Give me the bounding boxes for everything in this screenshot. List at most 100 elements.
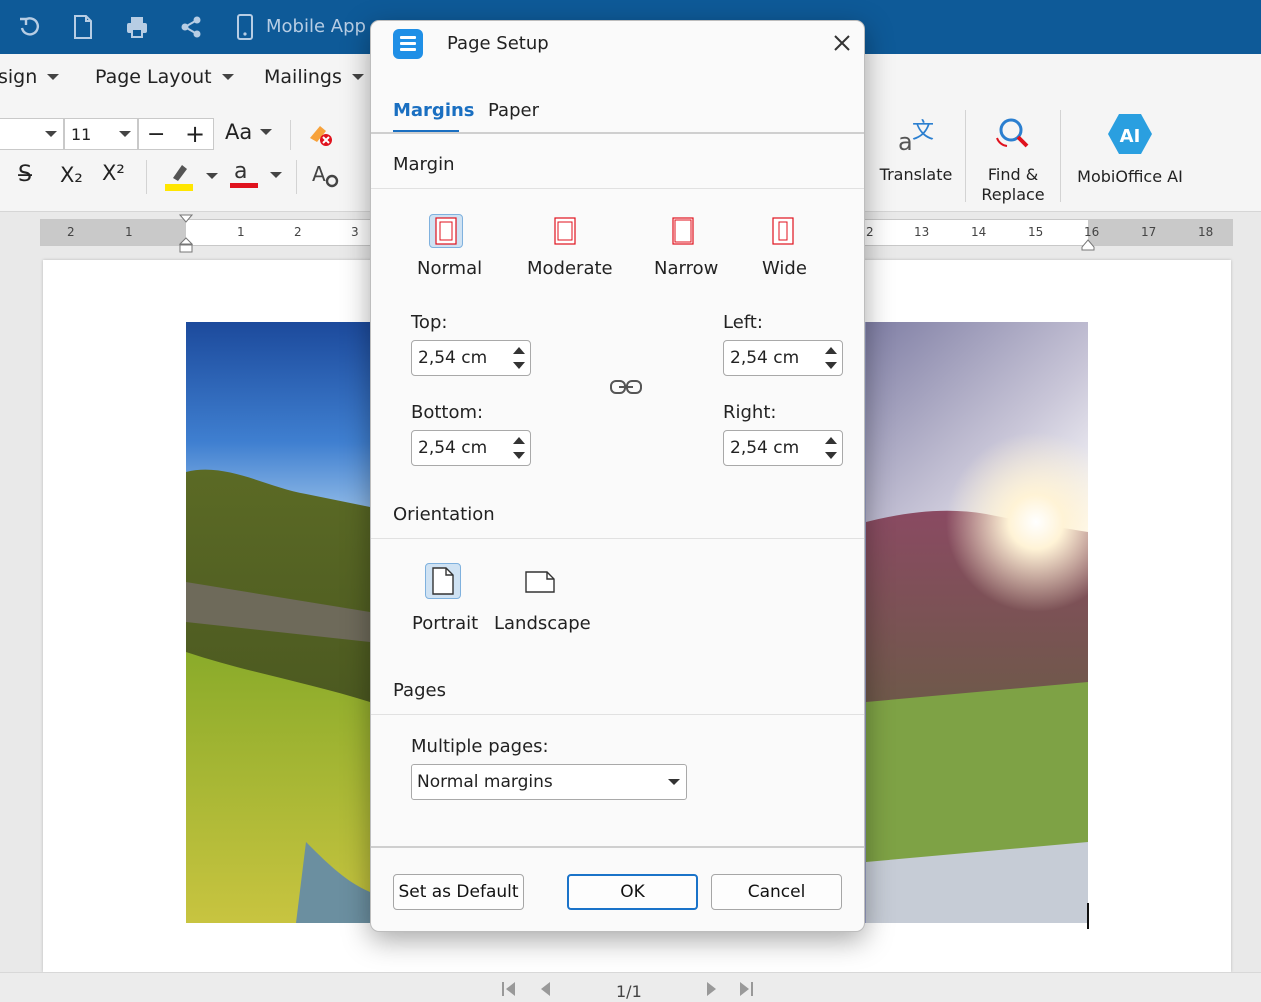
print-icon[interactable] — [124, 13, 150, 41]
left-indent-marker[interactable] — [178, 214, 194, 258]
strikethrough-icon[interactable]: S̶ — [18, 162, 32, 187]
font-name-dropdown[interactable] — [0, 118, 64, 150]
ruler-number: 2 — [866, 225, 874, 239]
mobile-app-label[interactable]: Mobile App — [266, 16, 366, 37]
right-margin-stepper[interactable]: 2,54 cm — [723, 430, 843, 466]
footer-divider — [371, 846, 864, 848]
ruler-number: 1 — [125, 225, 133, 239]
divider — [1060, 110, 1061, 202]
svg-text:A: A — [312, 162, 326, 186]
tab-mailings-label: Mailings — [264, 66, 342, 88]
font-size-dropdown[interactable]: 11 — [64, 118, 138, 150]
font-size-value: 11 — [71, 124, 92, 144]
next-page-icon[interactable] — [706, 981, 717, 1001]
landscape-icon — [523, 565, 557, 599]
link-icon[interactable] — [610, 378, 642, 400]
chevron-down-icon — [668, 779, 680, 785]
wide-margins-icon — [766, 214, 800, 248]
text-cursor — [1087, 903, 1089, 929]
clear-formatting-icon[interactable] — [306, 120, 334, 152]
orientation-landscape[interactable]: Landscape — [493, 563, 591, 639]
decrement-icon[interactable] — [513, 362, 525, 369]
font-color-button[interactable]: a — [230, 158, 282, 192]
tab-page-layout-label: Page Layout — [95, 66, 212, 88]
increase-font-icon[interactable]: + — [185, 120, 205, 148]
change-case-button[interactable]: Aa — [225, 120, 273, 144]
tab-mailings[interactable]: Mailings — [264, 66, 364, 88]
normal-margins-icon — [429, 214, 463, 248]
translate-button[interactable]: a文 Translate — [878, 114, 954, 185]
margin-preset-moderate[interactable]: Moderate — [523, 212, 613, 282]
subscript-button[interactable]: X₂ — [60, 163, 83, 187]
cancel-button[interactable]: Cancel — [711, 874, 842, 910]
font-settings-icon[interactable]: A — [312, 161, 340, 193]
pages-section-title: Pages — [393, 680, 446, 701]
highlighter-icon — [165, 165, 193, 191]
orientation-portrait[interactable]: Portrait — [409, 563, 479, 639]
previous-page-icon[interactable] — [540, 981, 551, 1001]
highlight-button[interactable] — [164, 160, 218, 192]
narrow-margins-icon — [666, 214, 700, 248]
ruler-number: 15 — [1028, 225, 1044, 239]
section-divider — [371, 714, 864, 715]
increment-icon[interactable] — [825, 347, 837, 354]
tab-page-layout[interactable]: Page Layout — [95, 66, 234, 88]
ok-button[interactable]: OK — [567, 874, 698, 910]
margin-preset-narrow[interactable]: Narrow — [651, 212, 721, 282]
margin-preset-wide[interactable]: Wide — [759, 212, 819, 282]
change-case-label: Aa — [225, 120, 253, 144]
find-replace-icon — [996, 118, 1029, 148]
svg-text:a: a — [898, 128, 913, 154]
tab-margins[interactable]: Margins — [393, 100, 475, 121]
tab-divider — [371, 132, 864, 134]
first-page-icon[interactable] — [502, 981, 516, 1001]
left-label: Left: — [723, 312, 763, 333]
page-count: 1/1 — [616, 982, 642, 1001]
section-divider — [371, 188, 864, 189]
section-divider — [371, 538, 864, 539]
new-document-icon[interactable] — [70, 13, 96, 41]
ruler-number: 18 — [1198, 225, 1214, 239]
last-page-icon[interactable] — [739, 981, 753, 1001]
share-icon[interactable] — [178, 13, 204, 41]
ai-badge: AI — [1120, 126, 1141, 147]
decrement-icon[interactable] — [825, 362, 837, 369]
right-label: Right: — [723, 402, 777, 423]
ruler-number: 17 — [1141, 225, 1157, 239]
find-replace-button[interactable]: Find & Replace — [976, 114, 1050, 205]
increment-icon[interactable] — [513, 347, 525, 354]
margin-section-title: Margin — [393, 154, 455, 175]
font-color-icon: a — [230, 159, 258, 188]
set-as-default-button[interactable]: Set as Default — [393, 874, 524, 910]
multiple-pages-select[interactable]: Normal margins — [411, 764, 687, 800]
mobile-icon[interactable] — [232, 13, 258, 41]
decrease-font-icon[interactable]: − — [147, 122, 165, 147]
decrement-icon[interactable] — [825, 452, 837, 459]
multiple-pages-value: Normal margins — [417, 772, 553, 792]
chevron-down-icon — [206, 173, 218, 179]
right-indent-marker[interactable] — [1081, 236, 1095, 255]
translate-icon: a文 — [898, 119, 934, 156]
bottom-margin-stepper[interactable]: 2,54 cm — [411, 430, 531, 466]
page-navigation: 1/1 — [0, 972, 1261, 1002]
mobioffice-ai-button[interactable]: AI MobiOffice AI — [1072, 112, 1188, 187]
margin-preset-normal[interactable]: Normal — [412, 212, 482, 282]
increment-icon[interactable] — [825, 437, 837, 444]
left-margin-stepper[interactable]: 2,54 cm — [723, 340, 843, 376]
top-margin-stepper[interactable]: 2,54 cm — [411, 340, 531, 376]
undo-icon[interactable] — [16, 13, 42, 41]
find-replace-label: Find & Replace — [981, 165, 1045, 204]
chevron-down-icon — [47, 74, 60, 80]
increment-icon[interactable] — [513, 437, 525, 444]
wide-label: Wide — [762, 258, 807, 279]
close-icon[interactable] — [833, 34, 851, 56]
tab-paper[interactable]: Paper — [488, 100, 539, 121]
moderate-label: Moderate — [527, 258, 613, 279]
superscript-button[interactable]: X² — [102, 161, 125, 185]
portrait-label: Portrait — [412, 613, 479, 634]
svg-text:文: 文 — [912, 119, 934, 144]
ruler-number: 2 — [294, 225, 302, 239]
tab-design[interactable]: sign — [0, 66, 60, 88]
decrement-icon[interactable] — [513, 452, 525, 459]
chevron-down-icon — [221, 74, 234, 80]
